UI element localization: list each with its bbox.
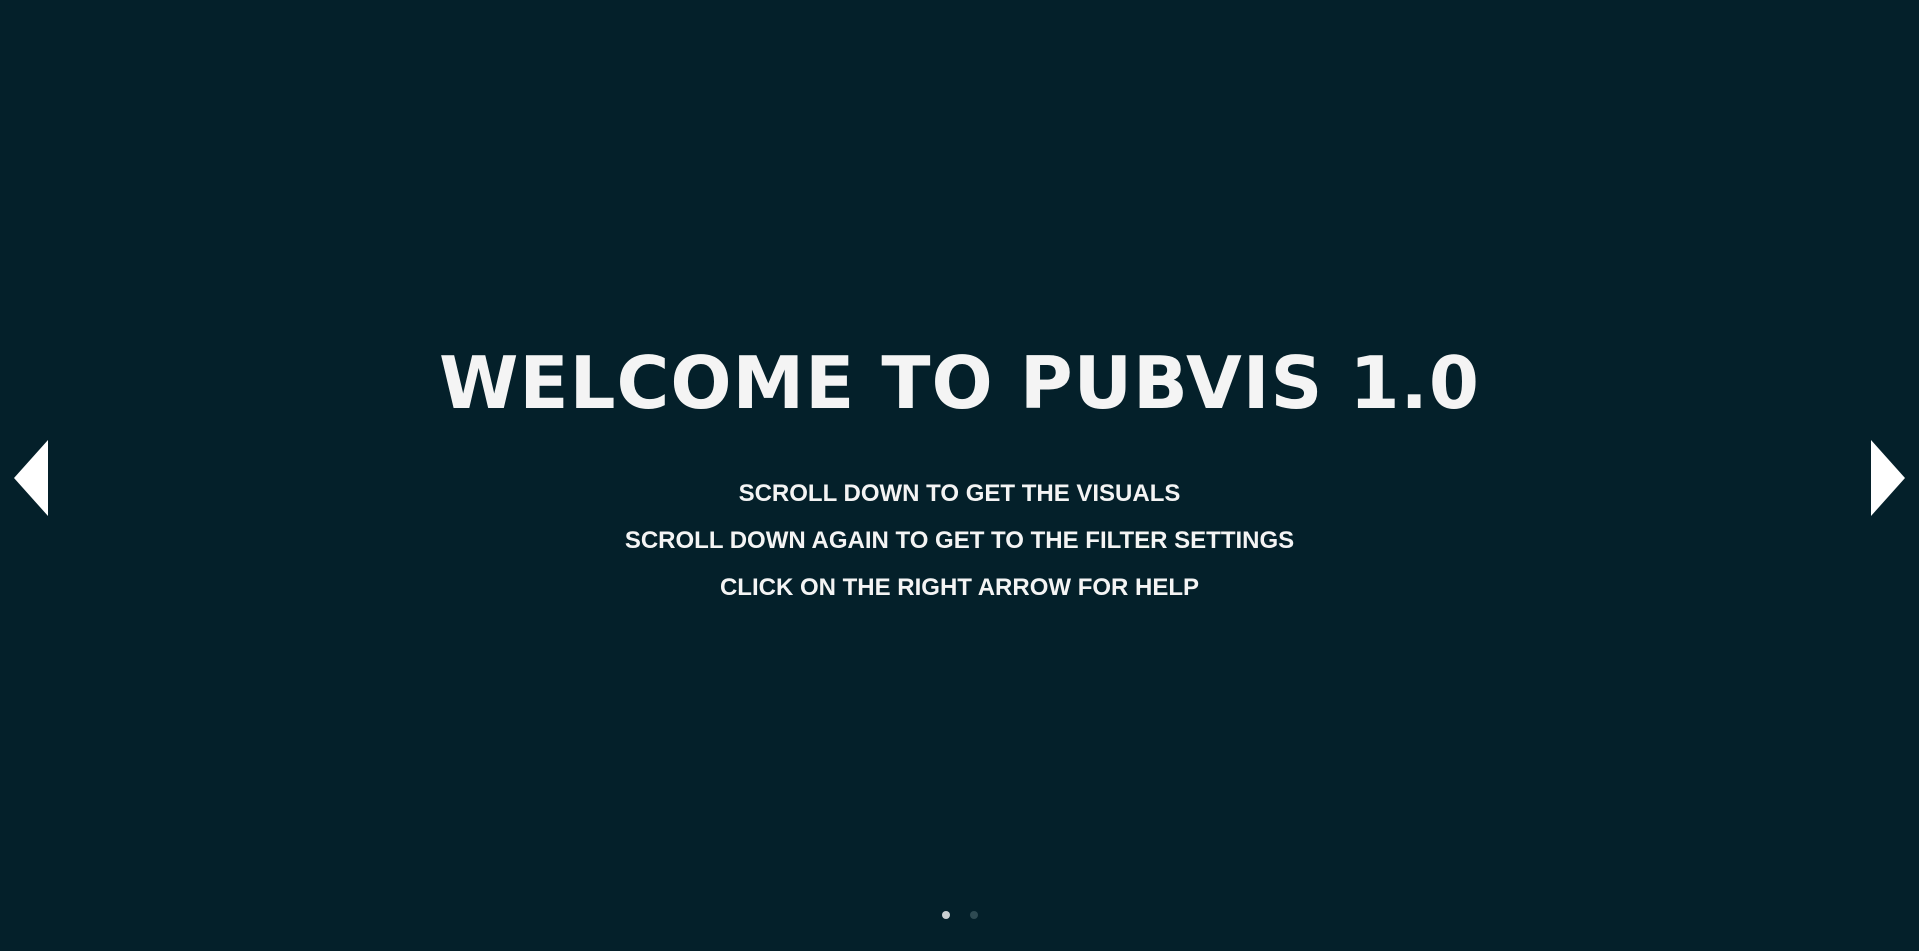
- page-title: Welcome to PubVis 1.0: [439, 341, 1480, 425]
- pagination-dots: [0, 911, 1919, 919]
- previous-slide-arrow-icon[interactable]: [14, 440, 48, 516]
- instructions: Scroll down to get the visuals Scroll do…: [0, 470, 1919, 611]
- next-slide-arrow-icon[interactable]: [1871, 440, 1905, 516]
- instruction-help: Click on the right arrow for help: [719, 574, 1200, 601]
- instruction-visuals: Scroll down to get the visuals: [738, 480, 1181, 507]
- pagination-dot-1[interactable]: [941, 911, 950, 919]
- welcome-slide: Welcome to PubVis 1.0 Scroll down to get…: [0, 0, 1919, 951]
- instruction-filter-settings: Scroll down again to get to the filter s…: [624, 527, 1295, 554]
- pagination-dot-2[interactable]: [969, 911, 978, 919]
